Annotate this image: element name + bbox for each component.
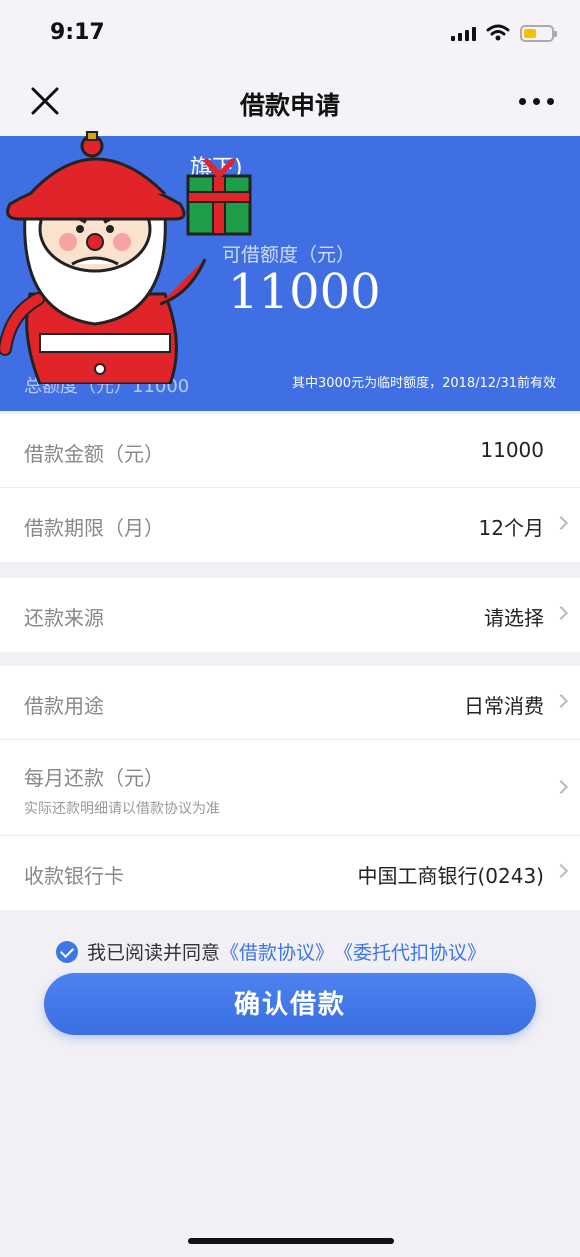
battery-icon — [520, 24, 557, 42]
bank-row[interactable]: 收款银行卡 中国工商银行(0243) — [0, 836, 580, 910]
amount-label: 借款金额（元） — [24, 442, 164, 466]
source-value: 请选择 — [484, 606, 544, 630]
chevron-right-icon — [553, 779, 569, 795]
purpose-value: 日常消费 — [464, 694, 544, 718]
loan-agreement-link[interactable]: 《借款协议》 — [220, 938, 334, 965]
term-row[interactable]: 借款期限（月） 12个月 — [0, 488, 580, 562]
source-label: 还款来源 — [24, 606, 104, 630]
chevron-right-icon — [553, 863, 569, 879]
chevron-right-icon — [553, 605, 569, 621]
amount-value: 11000 — [480, 438, 544, 462]
status-icons — [451, 24, 557, 42]
term-value: 12个月 — [478, 516, 544, 540]
mascot-sticker — [0, 131, 252, 384]
monthly-row[interactable]: 每月还款（元） 实际还款明细请以借款协议为准 — [0, 740, 580, 836]
debit-agreement-link[interactable]: 《委托代扣协议》 — [334, 938, 486, 965]
term-label: 借款期限（月） — [24, 516, 164, 540]
bank-value: 中国工商银行(0243) — [357, 864, 544, 888]
wifi-icon — [486, 24, 510, 41]
purpose-label: 借款用途 — [24, 694, 104, 718]
home-indicator — [188, 1238, 394, 1244]
amount-row[interactable]: 借款金额（元） 11000 — [0, 414, 580, 488]
monthly-label: 每月还款（元） — [24, 766, 164, 790]
monthly-subtext: 实际还款明细请以借款协议为准 — [24, 801, 220, 817]
signal-icon — [451, 25, 476, 41]
purpose-row[interactable]: 借款用途 日常消费 — [0, 666, 580, 740]
chevron-right-icon — [553, 515, 569, 531]
agree-checkbox[interactable] — [56, 940, 78, 963]
source-row[interactable]: 还款来源 请选择 — [0, 578, 580, 652]
agreement: 我已阅读并同意 《借款协议》 《委托代扣协议》 — [56, 938, 486, 965]
bank-label: 收款银行卡 — [24, 864, 124, 888]
status-time: 9:17 — [50, 20, 105, 45]
loan-detail-group: 借款用途 日常消费 每月还款（元） 实际还款明细请以借款协议为准 收款银行卡 中… — [0, 666, 580, 910]
loan-basic-group: 借款金额（元） 11000 借款期限（月） 12个月 — [0, 414, 580, 562]
status-bar: 9:17 — [0, 0, 580, 70]
repay-source-group: 还款来源 请选择 — [0, 578, 580, 652]
agreement-text: 我已阅读并同意 — [87, 942, 221, 964]
more-icon[interactable] — [519, 98, 554, 105]
chevron-right-icon — [553, 693, 569, 709]
confirm-loan-button[interactable]: 确认借款 — [44, 973, 536, 1035]
temporary-limit-note: 其中3000元为临时额度，2018/12/31前有效 — [291, 376, 556, 391]
